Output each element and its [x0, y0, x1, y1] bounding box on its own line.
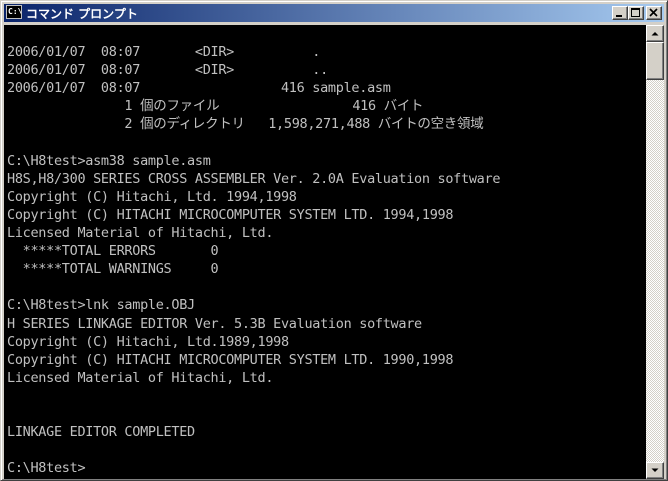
console-line: 1 個のファイル 416 バイト: [7, 98, 424, 115]
scroll-down-arrow-icon: [651, 468, 659, 472]
command-prompt-window: C:\ コマンド プロンプト 2006/01/07 08:07 <DIR> . …: [0, 0, 668, 481]
console-line: H SERIES LINKAGE EDITOR Ver. 5.3B Evalua…: [7, 315, 422, 332]
console-line: *****TOTAL WARNINGS 0: [7, 261, 219, 278]
title-bar[interactable]: C:\ コマンド プロンプト: [4, 4, 664, 22]
console-line: Licensed Material of Hitachi, Ltd.: [7, 225, 274, 242]
minimize-button[interactable]: [612, 6, 628, 20]
console-line: Copyright (C) Hitachi, Ltd. 1994,1998: [7, 188, 297, 205]
close-icon: [649, 8, 658, 17]
console-line: 2006/01/07 08:07 <DIR> ..: [7, 62, 328, 79]
console-line: LINKAGE EDITOR COMPLETED: [7, 424, 195, 441]
console-line: C:\H8test>: [7, 460, 86, 477]
console-line: 2006/01/07 08:07 <DIR> .: [7, 44, 321, 61]
console-output-area[interactable]: 2006/01/07 08:07 <DIR> . 2006/01/07 08:0…: [4, 25, 646, 479]
console-line: 2006/01/07 08:07 416 sample.asm: [7, 80, 391, 97]
scroll-up-arrow-icon: [651, 32, 659, 36]
command-prompt-icon[interactable]: C:\: [6, 5, 22, 19]
maximize-icon: [631, 8, 640, 17]
scroll-thumb[interactable]: [646, 42, 664, 80]
console-line: C:\H8test>asm38 sample.asm: [7, 152, 211, 169]
scroll-up-button[interactable]: [646, 25, 664, 42]
console-line: Copyright (C) HITACHI MICROCOMPUTER SYST…: [7, 206, 454, 223]
console-line: *****TOTAL ERRORS 0: [7, 243, 219, 260]
window-title: コマンド プロンプト: [26, 7, 138, 21]
console-text: 2006/01/07 08:07 <DIR> . 2006/01/07 08:0…: [7, 25, 500, 477]
vertical-scrollbar[interactable]: [646, 25, 664, 479]
console-line: Licensed Material of Hitachi, Ltd.: [7, 369, 274, 386]
maximize-button[interactable]: [628, 6, 644, 20]
console-line: C:\H8test>lnk sample.OBJ: [7, 297, 195, 314]
console-line: Copyright (C) Hitachi, Ltd.1989,1998: [7, 333, 289, 350]
console-line: 2 個のディレクトリ 1,598,271,488 バイトの空き領域: [7, 116, 484, 133]
console-line: H8S,H8/300 SERIES CROSS ASSEMBLER Ver. 2…: [7, 170, 501, 187]
close-button[interactable]: [646, 6, 662, 20]
minimize-icon: [616, 15, 622, 17]
scroll-down-button[interactable]: [646, 462, 664, 479]
console-line: Copyright (C) HITACHI MICROCOMPUTER SYST…: [7, 351, 454, 368]
